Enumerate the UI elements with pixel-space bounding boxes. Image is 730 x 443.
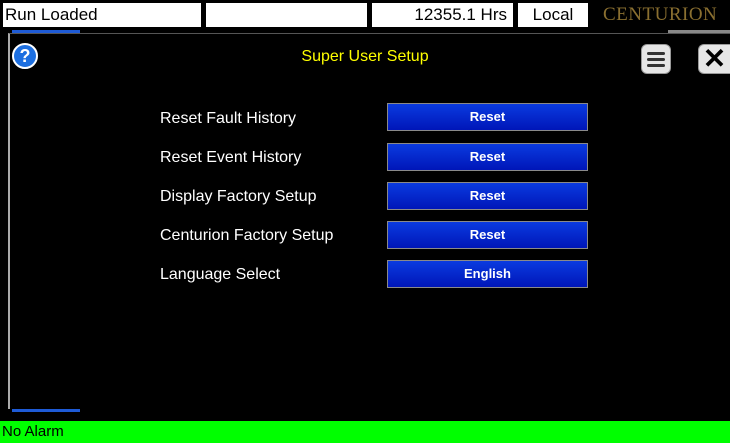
run-hours: 12355.1 Hrs <box>372 3 513 27</box>
display-factory-setup-button[interactable]: Reset <box>387 182 588 210</box>
reset-event-history-button[interactable]: Reset <box>387 143 588 171</box>
row-label-language-select: Language Select <box>160 266 281 283</box>
setup-panel <box>8 33 730 409</box>
run-status: Run Loaded <box>3 3 201 27</box>
hamburger-icon[interactable] <box>641 44 671 74</box>
top-status-bar: Run Loaded 12355.1 Hrs Local CENTURION <box>0 0 730 30</box>
row-label-reset-fault-history: Reset Fault History <box>160 110 297 127</box>
language-select-button[interactable]: English <box>387 260 588 288</box>
close-icon[interactable]: ✕ <box>698 44 730 74</box>
row-label-reset-event-history: Reset Event History <box>160 149 302 166</box>
centurion-factory-setup-button[interactable]: Reset <box>387 221 588 249</box>
bottom-indicator <box>12 409 80 412</box>
reset-fault-history-button[interactable]: Reset <box>387 103 588 131</box>
brand-logo: CENTURION <box>593 3 730 27</box>
status-blank <box>206 3 367 27</box>
row-label-display-factory-setup: Display Factory Setup <box>160 188 317 205</box>
page-title: Super User Setup <box>301 48 429 65</box>
control-mode: Local <box>518 3 588 27</box>
row-label-centurion-factory-setup: Centurion Factory Setup <box>160 227 334 244</box>
alarm-status-bar[interactable]: No Alarm <box>0 421 730 443</box>
